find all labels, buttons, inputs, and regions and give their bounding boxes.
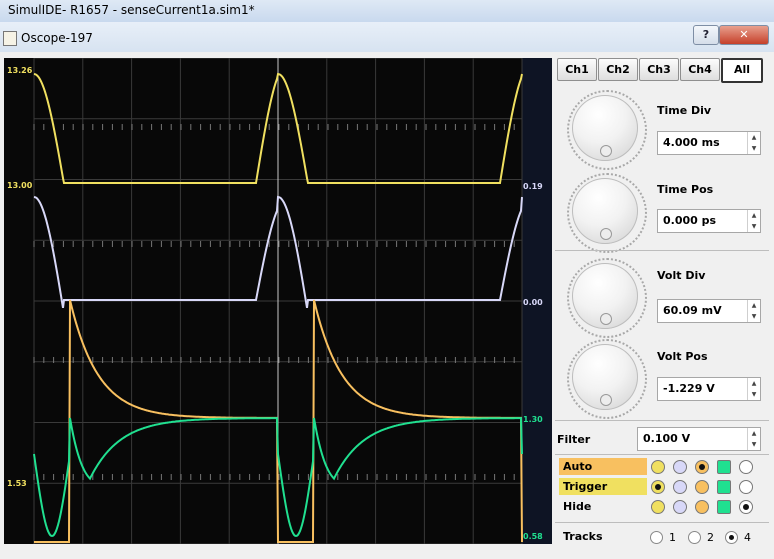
time-div-value: 4.000 ms <box>663 136 720 149</box>
time-div-label: Time Div <box>657 104 712 117</box>
app-titlebar: SimulIDE- R1657 - senseCurrent1a.sim1* <box>0 0 774 23</box>
oscilloscope-traces <box>4 58 552 544</box>
row-auto-channel-1-toggle[interactable] <box>651 460 665 474</box>
row-hide-channel-4-toggle[interactable] <box>717 500 731 514</box>
volt-pos-knob[interactable] <box>572 344 638 410</box>
oscope-control-panel: Ch1 Ch2 Ch3 Ch4 All Time Div 4.000 ms ▲ ▼… <box>555 57 769 550</box>
row-auto-channel-5-toggle[interactable] <box>739 460 753 474</box>
spin-arrows-icon[interactable]: ▲ ▼ <box>747 378 760 400</box>
volt-div-knob[interactable] <box>572 263 638 329</box>
ch4-bottom-label: 0.58 <box>523 532 543 541</box>
time-pos-label: Time Pos <box>657 183 714 196</box>
oscilloscope-display: 13.26 13.00 0.19 0.00 1.30 1.53 0.58 <box>4 58 552 544</box>
tracks-label: Tracks <box>563 530 603 543</box>
ch3-button[interactable]: Ch3 <box>639 58 679 81</box>
row-label-auto: Auto <box>559 458 647 475</box>
filter-label: Filter <box>557 433 591 446</box>
divider <box>555 454 769 455</box>
row-hide-channel-2-toggle[interactable] <box>673 500 687 514</box>
time-pos-spinbox[interactable]: 0.000 ps ▲ ▼ <box>657 209 761 233</box>
ch2-bottom-label: 0.00 <box>523 298 543 307</box>
tracks-option-1-label: 1 <box>669 531 676 544</box>
tracks-option-4-radio[interactable] <box>725 531 738 544</box>
row-trigger-channel-1-toggle[interactable] <box>651 480 665 494</box>
volt-div-spinbox[interactable]: 60.09 mV ▲ ▼ <box>657 299 761 323</box>
knob-indicator-icon <box>600 394 612 406</box>
divider <box>555 420 769 421</box>
volt-pos-label: Volt Pos <box>657 350 708 363</box>
window-title: Oscope-197 <box>21 31 93 45</box>
spin-arrows-icon[interactable]: ▲ ▼ <box>747 428 760 450</box>
time-div-spinbox[interactable]: 4.000 ms ▲ ▼ <box>657 131 761 155</box>
row-hide-channel-1-toggle[interactable] <box>651 500 665 514</box>
row-hide-channel-3-toggle[interactable] <box>695 500 709 514</box>
ch2-top-label: 0.19 <box>523 182 543 191</box>
row-label-trigger: Trigger <box>559 478 647 495</box>
app-title: SimulIDE- R1657 - senseCurrent1a.sim1* <box>8 3 255 17</box>
volt-div-value: 60.09 mV <box>663 304 722 317</box>
row-trigger-channel-4-toggle[interactable] <box>717 480 731 494</box>
ch1-bottom-label: 13.00 <box>7 181 33 190</box>
volt-pos-value: -1.229 V <box>663 382 715 395</box>
row-hide-channel-5-toggle[interactable] <box>739 500 753 514</box>
time-pos-knob[interactable] <box>572 178 638 244</box>
volt-pos-spinbox[interactable]: -1.229 V ▲ ▼ <box>657 377 761 401</box>
row-auto-channel-2-toggle[interactable] <box>673 460 687 474</box>
ch4-button[interactable]: Ch4 <box>680 58 720 81</box>
tracks-option-4-label: 4 <box>744 531 751 544</box>
row-label-hide: Hide <box>563 500 592 513</box>
spin-arrows-icon[interactable]: ▲ ▼ <box>747 210 760 232</box>
ch1-top-label: 13.26 <box>7 66 33 75</box>
ch4-top-label: 1.30 <box>523 415 543 424</box>
knob-indicator-icon <box>600 145 612 157</box>
ch4-left-label: 1.53 <box>7 479 27 488</box>
divider <box>555 250 769 251</box>
row-auto-channel-3-toggle[interactable] <box>695 460 709 474</box>
row-trigger-channel-3-toggle[interactable] <box>695 480 709 494</box>
tracks-option-2-label: 2 <box>707 531 714 544</box>
window-titlebar: Oscope-197 <box>0 22 774 52</box>
tracks-option-1-radio[interactable] <box>650 531 663 544</box>
help-button[interactable]: ? <box>693 25 719 45</box>
window-icon <box>3 31 17 46</box>
ch2-button[interactable]: Ch2 <box>598 58 638 81</box>
spin-arrows-icon[interactable]: ▲ ▼ <box>747 300 760 322</box>
ch1-button[interactable]: Ch1 <box>557 58 597 81</box>
tracks-option-2-radio[interactable] <box>688 531 701 544</box>
row-auto-channel-4-toggle[interactable] <box>717 460 731 474</box>
row-trigger-channel-2-toggle[interactable] <box>673 480 687 494</box>
knob-indicator-icon <box>600 228 612 240</box>
time-div-knob[interactable] <box>572 95 638 161</box>
divider <box>555 522 769 523</box>
all-channels-button[interactable]: All <box>721 58 763 83</box>
row-trigger-channel-5-toggle[interactable] <box>739 480 753 494</box>
knob-indicator-icon <box>600 313 612 325</box>
filter-spinbox[interactable]: 0.100 V ▲ ▼ <box>637 427 761 451</box>
volt-div-label: Volt Div <box>657 269 706 282</box>
filter-value: 0.100 V <box>643 432 691 445</box>
time-pos-value: 0.000 ps <box>663 214 717 227</box>
spin-arrows-icon[interactable]: ▲ ▼ <box>747 132 760 154</box>
close-button[interactable]: ✕ <box>719 25 769 45</box>
